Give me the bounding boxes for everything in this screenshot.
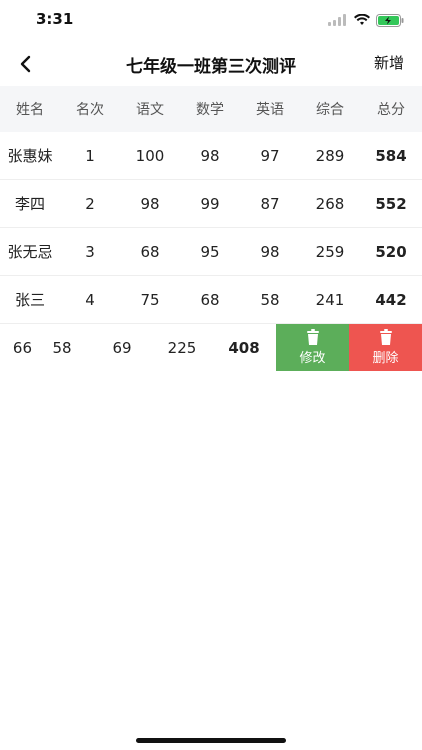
delete-label: 删除: [372, 351, 399, 366]
header-name: 姓名: [16, 102, 44, 118]
delete-button[interactable]: 删除: [349, 324, 422, 371]
cell-english: 58: [260, 290, 280, 309]
score-table: 姓名 名次 语文 数学 英语 综合 总分 张惠妹 1 100 98 97 289…: [0, 86, 422, 371]
cell-math: 99: [200, 194, 220, 213]
cell-total: 408: [228, 338, 260, 357]
cell-english: 97: [260, 146, 280, 165]
nav-bar: 七年级一班第三次测评 新增: [0, 44, 422, 84]
cell-total: 584: [375, 146, 407, 165]
header-total: 总分: [377, 102, 405, 118]
page-title: 七年级一班第三次测评: [126, 57, 296, 77]
cell-total: 552: [375, 194, 407, 213]
cell-chinese: 75: [140, 290, 160, 309]
table-row[interactable]: 李四 2 98 99 87 268 552: [0, 180, 422, 228]
battery-charging-icon: [376, 13, 404, 27]
cell-chinese: 100: [135, 146, 165, 165]
screen: 3:31 七年级一班第三次测评 新增 姓名 名次 语文 数学 英语 综合 总分 …: [0, 0, 422, 750]
swiped-table-row[interactable]: 66 58 69 225 408 修改 删除: [0, 324, 422, 371]
status-time: 3:31: [36, 10, 74, 28]
cell-english: 69: [112, 338, 132, 357]
trash-icon: [306, 329, 319, 345]
status-bar: 3:31: [0, 0, 422, 44]
swiped-row-content[interactable]: 66 58 69 225 408: [0, 324, 276, 371]
cell-english: 98: [260, 242, 280, 261]
cell-total: 520: [375, 242, 407, 261]
header-rank: 名次: [76, 102, 104, 118]
header-comprehensive: 综合: [316, 102, 344, 118]
home-indicator: [136, 738, 286, 743]
cell-chinese: 68: [140, 242, 160, 261]
cell-math: 58: [52, 338, 72, 357]
cell-name: 李四: [14, 195, 45, 213]
cell-math: 98: [200, 146, 220, 165]
table-row[interactable]: 张惠妹 1 100 98 97 289 584: [0, 132, 422, 180]
cell-comprehensive: 225: [167, 338, 197, 357]
cell-math: 68: [200, 290, 220, 309]
trash-icon: [379, 329, 392, 345]
cell-name: 张惠妹: [7, 147, 53, 165]
signal-icon: [328, 14, 346, 26]
cell-english: 87: [260, 194, 280, 213]
wifi-icon: [354, 14, 370, 25]
cell-comprehensive: 268: [315, 194, 345, 213]
edit-button[interactable]: 修改: [276, 324, 349, 371]
cell-name: 张无忌: [7, 243, 53, 261]
header-chinese: 语文: [136, 102, 164, 118]
back-button[interactable]: [10, 48, 42, 80]
cell-math: 95: [200, 242, 220, 261]
cell-rank: 4: [85, 290, 95, 309]
cell-rank: 3: [85, 242, 95, 261]
header-english: 英语: [256, 102, 284, 118]
cell-comprehensive: 241: [315, 290, 345, 309]
table-row[interactable]: 张三 4 75 68 58 241 442: [0, 276, 422, 324]
cell-partial: 66: [12, 338, 32, 357]
status-icons: [328, 12, 404, 28]
cell-rank: 1: [85, 146, 95, 165]
cell-comprehensive: 289: [315, 146, 345, 165]
chevron-left-icon: [20, 55, 31, 73]
cell-rank: 2: [85, 194, 95, 213]
add-button[interactable]: 新增: [374, 52, 404, 73]
cell-name: 张三: [14, 291, 45, 309]
table-row[interactable]: 张无忌 3 68 95 98 259 520: [0, 228, 422, 276]
table-header: 姓名 名次 语文 数学 英语 综合 总分: [0, 86, 422, 132]
header-math: 数学: [196, 102, 224, 118]
cell-chinese: 98: [140, 194, 160, 213]
cell-total: 442: [375, 290, 407, 309]
cell-comprehensive: 259: [315, 242, 345, 261]
edit-label: 修改: [299, 351, 326, 366]
